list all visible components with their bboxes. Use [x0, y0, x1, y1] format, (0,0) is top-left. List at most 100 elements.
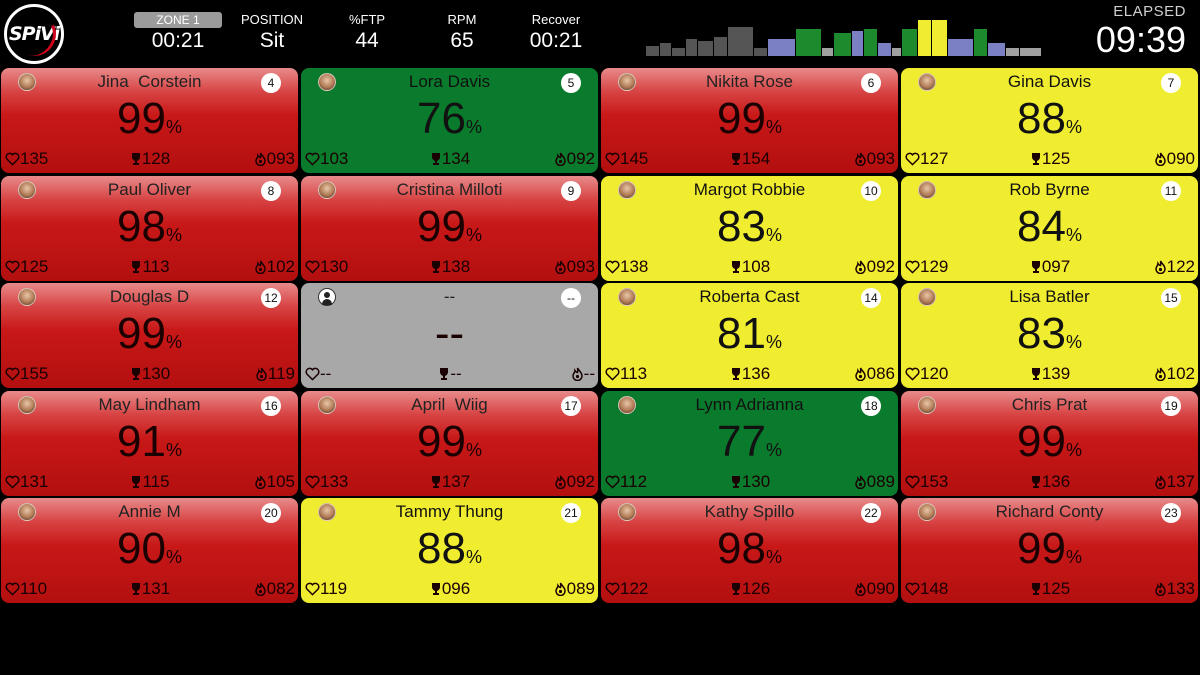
history-bar: [988, 43, 1005, 56]
rider-name: --: [443, 287, 456, 306]
rider-card[interactable]: Douglas D 12 99% 155 130 119: [1, 283, 298, 388]
rider-card[interactable]: Richard Conty 23 99% 148 125 133: [901, 498, 1198, 603]
rider-card[interactable]: Annie M 20 90% 110 131 082: [1, 498, 298, 603]
cadence-value: 136: [1041, 471, 1071, 491]
rider-ftp-value: 99: [717, 94, 766, 143]
rider-ftp-value: 90: [117, 524, 166, 573]
rider-card[interactable]: Jina Corstein 4 99% 135 128 093: [1, 68, 298, 173]
rider-ftp-percent: 99%: [1, 95, 298, 143]
rider-metrics: 112 130 089: [605, 472, 895, 492]
trophy-icon: [430, 579, 442, 598]
power-value: 090: [866, 579, 895, 598]
cadence: 138: [305, 257, 595, 277]
history-bar: [834, 33, 851, 56]
power-value: 092: [566, 149, 595, 168]
rider-ftp-percent: 98%: [1, 201, 298, 251]
power: 119: [255, 364, 295, 384]
rider-card[interactable]: Margot Robbie 10 83% 138 108 092: [601, 175, 898, 281]
trophy-icon: [1030, 579, 1042, 598]
rider-name: Roberta Cast: [699, 287, 800, 306]
rpm-label: RPM: [447, 12, 477, 27]
rider-bike-number: 4: [261, 73, 281, 93]
cadence-value: 130: [741, 471, 771, 491]
rider-metrics: 131 115 105: [5, 472, 295, 492]
rider-card[interactable]: Paul Oliver 8 98% 125 113 102: [1, 175, 298, 281]
power: 086: [854, 364, 895, 384]
rider-ftp-value: 88: [417, 524, 466, 573]
rider-avatar: [318, 73, 336, 91]
rider-ftp-value: 76: [417, 94, 466, 143]
flame-icon: [254, 579, 267, 598]
rider-metrics: 113 136 086: [605, 364, 895, 384]
history-bar: [754, 48, 767, 56]
rider-card[interactable]: Roberta Cast 14 81% 113 136 086: [601, 283, 898, 388]
rider-bike-number: 12: [261, 288, 281, 308]
cadence-value: 113: [142, 256, 170, 276]
trophy-icon: [130, 472, 142, 491]
power-value: --: [583, 364, 595, 383]
rider-name: Chris Prat: [1011, 394, 1088, 414]
rider-avatar: [18, 503, 36, 521]
rider-avatar: [918, 395, 936, 414]
rider-metrics: 122 126 090: [605, 579, 895, 599]
cadence-value: 126: [741, 579, 771, 598]
rider-card[interactable]: Chris Prat 19 99% 153 136 137: [901, 390, 1198, 496]
rider-name: Douglas D: [109, 287, 190, 306]
logo-swoosh-icon: [5, 5, 63, 63]
rider-metrics: 127 125 090: [905, 149, 1195, 169]
generic-user-icon: [318, 288, 336, 306]
percent-sign: %: [165, 117, 182, 137]
power-value: 092: [566, 471, 595, 491]
rider-bike-number: 16: [261, 395, 281, 416]
rider-ftp-percent: 84%: [901, 202, 1198, 251]
power-value: 093: [866, 149, 895, 168]
rider-avatar: [318, 395, 336, 414]
cadence-value: 128: [141, 149, 171, 168]
percent-sign: %: [765, 224, 782, 245]
rider-card[interactable]: Lynn Adrianna 18 77% 112 130 089: [601, 390, 898, 496]
rider-name: Gina Davis: [1007, 72, 1092, 91]
rider-metrics: 119 096 089: [305, 579, 595, 599]
rider-card[interactable]: Lisa Batler 15 83% 120 139 102: [901, 283, 1198, 388]
flame-icon: [554, 472, 567, 491]
flame-icon: [1154, 149, 1167, 168]
rider-card[interactable]: Rob Byrne 11 84% 129 097 122: [901, 175, 1198, 281]
rider-ftp-value: 98: [117, 201, 166, 251]
rider-bike-number: 21: [561, 503, 581, 523]
rider-card[interactable]: -- -- -- -- -- --: [301, 283, 598, 388]
trophy-icon: [1030, 149, 1042, 168]
zone-label: ZONE 1: [134, 12, 222, 28]
rider-card[interactable]: April Wiig 17 99% 133 137 092: [301, 390, 598, 496]
power: 137: [1154, 472, 1195, 492]
zone-time: 00:21: [151, 29, 205, 52]
rider-card[interactable]: Cristina Milloti 9 99% 130 138 093: [301, 175, 598, 281]
flame-icon: [854, 579, 867, 598]
rider-name: Margot Robbie: [693, 179, 806, 199]
rider-ftp-value: 91: [117, 416, 166, 466]
rider-avatar: [318, 503, 336, 521]
cadence: 128: [5, 149, 295, 169]
rider-card[interactable]: Nikita Rose 6 99% 145 154 093: [601, 68, 898, 173]
rider-card[interactable]: May Lindham 16 91% 131 115 105: [1, 390, 298, 496]
trophy-icon: [130, 257, 142, 276]
ftp-stat: %FTP 44: [337, 12, 397, 54]
rider-bike-number: 7: [1161, 73, 1181, 93]
rider-card[interactable]: Lora Davis 5 76% 103 134 092: [301, 68, 598, 173]
rider-card[interactable]: Tammy Thung 21 88% 119 096 089: [301, 498, 598, 603]
rider-bike-number: 5: [561, 73, 581, 93]
history-bar: [660, 43, 671, 56]
trophy-icon: [130, 364, 142, 383]
rider-card[interactable]: Kathy Spillo 22 98% 122 126 090: [601, 498, 898, 603]
rider-card[interactable]: Gina Davis 7 88% 127 125 090: [901, 68, 1198, 173]
rider-name: Lynn Adrianna: [695, 394, 804, 414]
rider-bike-number: 18: [861, 395, 881, 416]
trophy-icon: [1030, 364, 1042, 383]
power-value: 092: [866, 256, 895, 276]
power-value: 093: [266, 149, 295, 168]
flame-icon: [1154, 472, 1167, 491]
power-value: 102: [266, 256, 295, 276]
rider-metrics: 103 134 092: [305, 149, 595, 169]
rider-metrics: 153 136 137: [905, 472, 1195, 492]
power: 082: [254, 579, 295, 599]
history-bar: [796, 29, 821, 56]
